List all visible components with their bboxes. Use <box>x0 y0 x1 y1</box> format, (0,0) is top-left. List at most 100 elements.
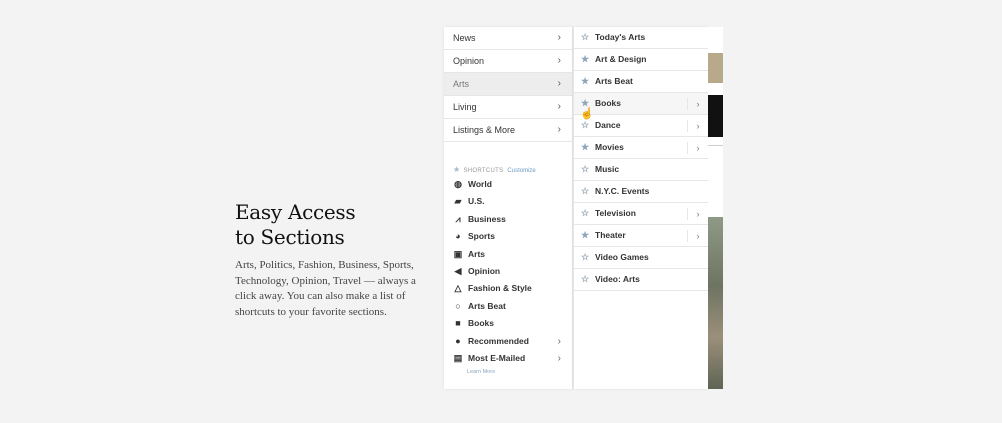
shortcut-label: World <box>468 179 492 189</box>
divider <box>708 145 723 146</box>
ad-block-fragment <box>708 95 723 137</box>
submenu-item-arts-beat[interactable]: ★ Arts Beat <box>574 71 708 93</box>
shortcut-world[interactable]: ◍ World <box>444 176 572 193</box>
star-filled-icon[interactable]: ★ <box>580 137 590 158</box>
submenu-item-theater[interactable]: ★ Theater › <box>574 225 708 247</box>
chevron-right-icon[interactable]: › <box>687 142 708 154</box>
submenu-item-todays-arts[interactable]: ☆ Today's Arts <box>574 27 708 49</box>
learn-more-link[interactable]: Learn More <box>444 369 572 375</box>
shortcut-label: Fashion & Style <box>468 283 532 294</box>
sections-menu: News › Opinion › Arts › Living › Listing… <box>444 27 573 389</box>
hanger-icon: △ <box>454 283 462 294</box>
chart-icon: ⩘ <box>455 213 461 224</box>
shortcuts-title: SHORTCUTS <box>463 168 504 174</box>
submenu-item-label: Theater <box>595 230 626 240</box>
ball-icon: ◕ <box>455 231 461 242</box>
submenu-item-label: Movies <box>595 142 624 152</box>
star-filled-icon[interactable]: ★ <box>580 71 590 92</box>
star-outline-icon[interactable]: ☆ <box>580 181 590 202</box>
photo-fragment <box>708 53 723 83</box>
chevron-right-icon: › <box>557 78 561 89</box>
nav-item-label: News <box>453 33 476 43</box>
shortcut-sports[interactable]: ◕ Sports <box>444 228 572 245</box>
chevron-right-icon: › <box>557 55 561 66</box>
star-outline-icon[interactable]: ☆ <box>580 247 590 268</box>
arts-submenu: ☆ Today's Arts ★ Art & Design ★ Arts Beat ★… <box>574 27 708 389</box>
chevron-right-icon[interactable]: › <box>687 230 708 242</box>
us-map-icon: ▰ <box>454 196 462 207</box>
shortcut-label: Recommended <box>468 335 529 346</box>
shortcut-most-emailed[interactable]: ▤ Most E-Mailed › <box>444 350 572 367</box>
nav-item-arts[interactable]: Arts › <box>444 73 572 96</box>
promo-copy: Easy Access to Sections Arts, Politics, … <box>235 200 430 320</box>
shortcut-label: Opinion <box>468 265 501 276</box>
submenu-item-label: Video Games <box>595 252 649 262</box>
submenu-item-label: Today's Arts <box>595 32 646 42</box>
chevron-right-icon: › <box>557 124 561 135</box>
star-outline-icon[interactable]: ☆ <box>580 159 590 180</box>
submenu-item-video-arts[interactable]: ☆ Video: Arts <box>574 269 708 291</box>
star-outline-icon[interactable]: ☆ <box>580 269 590 290</box>
submenu-item-dance[interactable]: ☆ Dance › <box>574 115 708 137</box>
background-page-strip <box>708 27 723 389</box>
chevron-right-icon: › <box>557 335 561 347</box>
circle-icon: ○ <box>455 300 461 311</box>
shortcut-label: Arts Beat <box>468 300 506 311</box>
shortcut-label: Arts <box>468 248 486 259</box>
star-outline-icon[interactable]: ☆ <box>580 27 590 48</box>
shortcut-opinion[interactable]: ◀ Opinion <box>444 263 572 280</box>
submenu-item-music[interactable]: ☆ Music <box>574 159 708 181</box>
submenu-item-books[interactable]: ★ Books › <box>574 93 708 115</box>
star-outline-icon[interactable]: ☆ <box>580 203 590 224</box>
promo-title-line2: to Sections <box>235 225 345 249</box>
promo-title-line1: Easy Access <box>235 200 356 224</box>
chevron-right-icon[interactable]: › <box>687 120 708 132</box>
shortcut-label: Sports <box>468 231 495 242</box>
nav-item-label: Arts <box>453 79 470 89</box>
promo-title: Easy Access to Sections <box>235 200 430 250</box>
chevron-right-icon[interactable]: › <box>687 208 708 220</box>
star-icon: ★ <box>453 165 461 174</box>
frame-icon: ▣ <box>453 248 463 259</box>
chevron-right-icon: › <box>557 352 561 364</box>
star-filled-icon[interactable]: ★ <box>580 225 590 246</box>
chevron-right-icon: › <box>557 32 561 43</box>
book-icon: ■ <box>455 318 461 329</box>
shortcut-arts-beat[interactable]: ○ Arts Beat <box>444 298 572 315</box>
submenu-item-label: Video: Arts <box>595 274 640 284</box>
customize-link[interactable]: Customize <box>507 168 535 174</box>
promo-body: Arts, Politics, Fashion, Business, Sport… <box>235 259 416 318</box>
shortcut-recommended[interactable]: ● Recommended › <box>444 333 572 350</box>
shortcut-label: U.S. <box>468 196 485 207</box>
globe-icon: ◍ <box>454 179 462 189</box>
nav-item-listings-more[interactable]: Listings & More › <box>444 119 572 142</box>
submenu-item-art-design[interactable]: ★ Art & Design <box>574 49 708 71</box>
submenu-item-label: Art & Design <box>595 54 647 64</box>
chevron-right-icon[interactable]: › <box>687 98 708 110</box>
submenu-item-video-games[interactable]: ☆ Video Games <box>574 247 708 269</box>
submenu-item-movies[interactable]: ★ Movies › <box>574 137 708 159</box>
submenu-item-label: Books <box>595 98 621 108</box>
masthead-logo-fragment <box>708 31 723 45</box>
submenu-item-television[interactable]: ☆ Television › <box>574 203 708 225</box>
nav-item-label: Living <box>453 102 477 112</box>
shortcut-us[interactable]: ▰ U.S. <box>444 193 572 210</box>
shortcut-books[interactable]: ■ Books <box>444 315 572 332</box>
submenu-item-label: Television <box>595 208 636 218</box>
megaphone-icon: ◀ <box>454 265 462 276</box>
shortcut-label: Business <box>468 213 506 224</box>
shortcut-fashion-style[interactable]: △ Fashion & Style <box>444 280 572 297</box>
shortcut-label: Books <box>468 318 494 329</box>
person-icon: ● <box>455 335 461 346</box>
nav-item-opinion[interactable]: Opinion › <box>444 50 572 73</box>
nav-item-label: Opinion <box>453 56 485 66</box>
shortcut-business[interactable]: ⩘ Business <box>444 211 572 228</box>
star-filled-icon[interactable]: ★ <box>580 49 590 70</box>
nav-item-label: Listings & More <box>453 125 516 135</box>
nav-item-living[interactable]: Living › <box>444 96 572 119</box>
submenu-item-nyc-events[interactable]: ☆ N.Y.C. Events <box>574 181 708 203</box>
shortcut-arts[interactable]: ▣ Arts <box>444 246 572 263</box>
nav-item-news[interactable]: News › <box>444 27 572 50</box>
hand-pointer-icon: ☝ <box>580 108 594 120</box>
submenu-item-label: Dance <box>595 120 621 130</box>
